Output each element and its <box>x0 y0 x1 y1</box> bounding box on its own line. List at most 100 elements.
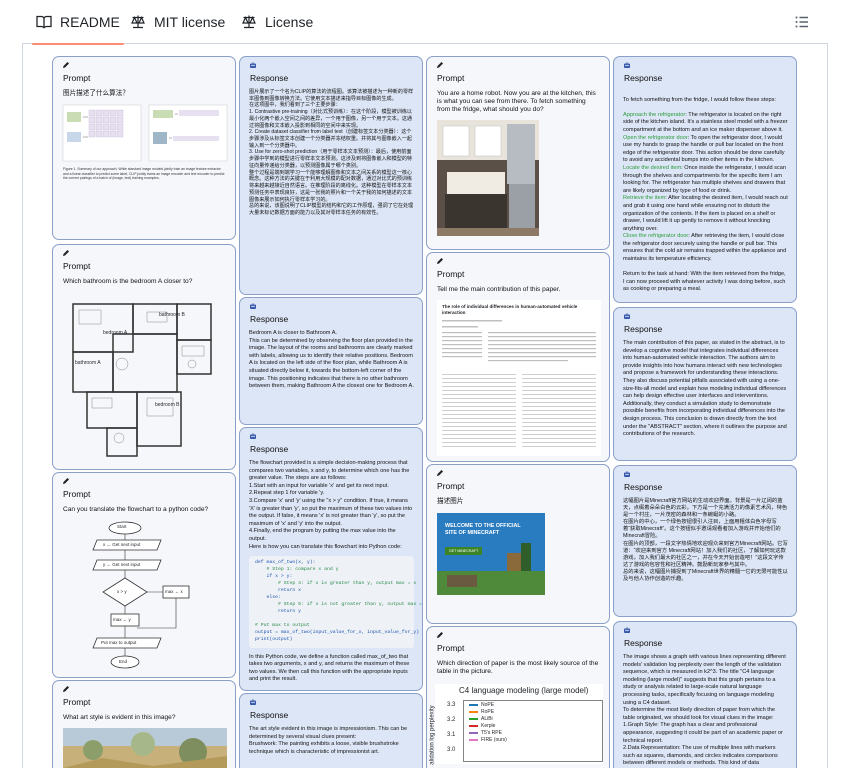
prompt-header: Prompt <box>437 73 465 83</box>
prompt-card-flowchart: Prompt Can you translate the flowchart t… <box>52 472 236 678</box>
response-text: 这幅图片是Minecraft官方网站的生动欢迎界面。背景是一片辽阔的蓝天，点缀着… <box>623 498 788 583</box>
response-card-kitchen: Response To fetch something from the fri… <box>613 56 797 303</box>
prompt-text: Tell me the main contribution of this pa… <box>437 286 561 293</box>
code-line: # Put max to output <box>255 622 310 628</box>
legend-swatch <box>469 711 478 713</box>
legend-swatch <box>469 718 478 720</box>
prompt-card-floorplan: Prompt Which bathroom is the bedroom A c… <box>52 244 236 470</box>
minecraft-screenshot: WELCOME TO THE OFFICIAL SITE OF MINECRAF… <box>437 513 545 596</box>
label-bedroom-a: bedroom A <box>103 330 128 337</box>
tab-license[interactable]: License <box>241 0 313 44</box>
response-text: To fetch something from the fridge, I wo… <box>623 89 788 302</box>
response-card-clip: Response 图片展示了一个名为CLIP的算法的流程图。该算法被描述为一种新… <box>239 56 423 295</box>
prompt-header: Prompt <box>437 643 465 653</box>
readme-tab-bar: README MIT license License <box>22 0 828 45</box>
label-bathroom-a: bathroom A <box>75 360 101 367</box>
legend-entry: NoPE <box>469 702 507 709</box>
prompt-card-paper: Prompt Tell me the main contribution of … <box>426 252 610 462</box>
y-tick-label: 3.0 <box>447 747 456 754</box>
response-intro: To fetch something from the fridge, I wo… <box>623 96 776 103</box>
step-heading: Open the refrigerator door <box>623 134 688 141</box>
code-line: # Step 5: if x is not greater than y, ou… <box>255 601 423 607</box>
response-text: The main contribution of this paper, as … <box>623 340 787 438</box>
y-tick-label: 3.3 <box>447 702 456 709</box>
response-text: The flowchart provided is a simple decis… <box>249 460 413 550</box>
response-text-after: In this Python code, we define a functio… <box>249 653 410 683</box>
response-header: Response <box>624 324 663 334</box>
flow-max-x: max ← x <box>165 589 183 595</box>
response-header: Response <box>250 314 289 324</box>
minecraft-headline-2: SITE OF MINECRAFT <box>445 529 500 536</box>
perplexity-chart: C4 language modeling (large model) alida… <box>430 684 603 765</box>
clip-diagram-image <box>62 104 228 162</box>
legend-entry: RoPE <box>469 709 507 716</box>
prompt-text: 图片描述了什么算法？ <box>63 90 129 97</box>
step-heading: Retrieve the item <box>623 195 666 202</box>
kitchen-photo <box>437 119 539 236</box>
list-unordered-icon[interactable] <box>794 14 810 30</box>
figure-caption: Figure 1. Summary of our approach. While… <box>63 167 225 181</box>
chart-y-ticks: 3.3 3.2 3.1 3.0 <box>447 702 461 762</box>
response-step: Locate the desired item: Once inside the… <box>623 165 788 195</box>
code-line: # Step 4: if x is greater than y, output… <box>255 580 417 586</box>
flow-start: Start <box>117 524 127 530</box>
robot-icon <box>250 699 256 705</box>
step-heading: Locate the desired item <box>623 164 682 171</box>
legend-swatch <box>469 739 478 741</box>
response-step: Open the refrigerator door: To open the … <box>623 135 788 165</box>
scale-icon <box>242 15 256 29</box>
flow-condition: x > y <box>117 589 127 595</box>
response-header: Response <box>624 73 663 83</box>
robot-icon <box>250 303 256 309</box>
tab-mit-license[interactable]: MIT license <box>130 0 225 44</box>
readme-content: Prompt 图片描述了什么算法？ Figure 1. Summary of o… <box>22 44 828 768</box>
robot-icon <box>624 627 630 633</box>
flow-get-x: x ← Get next input <box>103 542 141 548</box>
response-card-paper: Response The main contribution of this p… <box>613 307 797 461</box>
prompt-text: Which bathroom is the bedroom A closer t… <box>63 278 193 285</box>
legend-label: T5's RPE <box>481 730 502 737</box>
prompt-card-chart: Prompt Which direction of paper is the m… <box>426 626 610 768</box>
robot-icon <box>624 471 630 477</box>
prompt-header: Prompt <box>437 269 465 279</box>
robot-icon <box>250 62 256 68</box>
code-line: else: <box>255 594 281 600</box>
scale-icon <box>131 15 145 29</box>
response-header: Response <box>250 444 289 454</box>
response-step: Approach the refrigerator: The refrigera… <box>623 112 788 135</box>
chart-ylabel: alidation log perplexity <box>429 705 436 766</box>
y-tick-label: 3.2 <box>447 717 456 724</box>
prompt-header: Prompt <box>63 261 91 271</box>
flow-put-max: Put max to output <box>101 640 137 646</box>
response-text: The image shows a graph with various lin… <box>623 654 786 767</box>
label-bathroom-b: bathroom B <box>159 312 185 319</box>
code-line: return x <box>255 587 302 593</box>
prompt-header: Prompt <box>63 489 91 499</box>
pencil-icon <box>437 632 443 638</box>
paper-image: The role of individual differences in hu… <box>437 300 601 457</box>
legend-swatch <box>469 704 478 706</box>
chart-title: C4 language modeling (large model) <box>459 686 589 696</box>
code-line: # Step 1: compare x and y <box>255 567 339 573</box>
pencil-icon <box>63 62 69 68</box>
tab-readme[interactable]: README <box>32 0 124 45</box>
tab-readme-label: README <box>60 14 120 30</box>
floor-plan-image: bedroom A bathroom B bathroom A bedroom … <box>67 294 217 464</box>
pencil-icon <box>437 470 443 476</box>
prompt-card-minecraft: Prompt 描述图片 WELCOME TO THE OFFICIAL SITE… <box>426 464 610 624</box>
response-card-chart: Response The image shows a graph with va… <box>613 621 797 768</box>
flow-max-y: max ← y <box>113 617 131 623</box>
legend-label: RoPE <box>481 709 495 716</box>
legend-swatch <box>469 725 478 727</box>
label-bedroom-b: bedroom B <box>155 402 180 409</box>
prompt-text: You are a home robot. Now you are at the… <box>437 90 596 114</box>
pencil-icon <box>63 686 69 692</box>
pencil-icon <box>437 258 443 264</box>
step-heading: Approach the refrigerator <box>623 111 686 118</box>
robot-icon <box>624 62 630 68</box>
response-card-floorplan: Response Bedroom A is closer to Bathroom… <box>239 297 423 425</box>
legend-label: NoPE <box>481 702 495 709</box>
legend-label: FIRE (ours) <box>481 737 507 744</box>
response-card-art: Response The art style evident in this i… <box>239 693 423 768</box>
legend-entry: Kerple <box>469 723 507 730</box>
